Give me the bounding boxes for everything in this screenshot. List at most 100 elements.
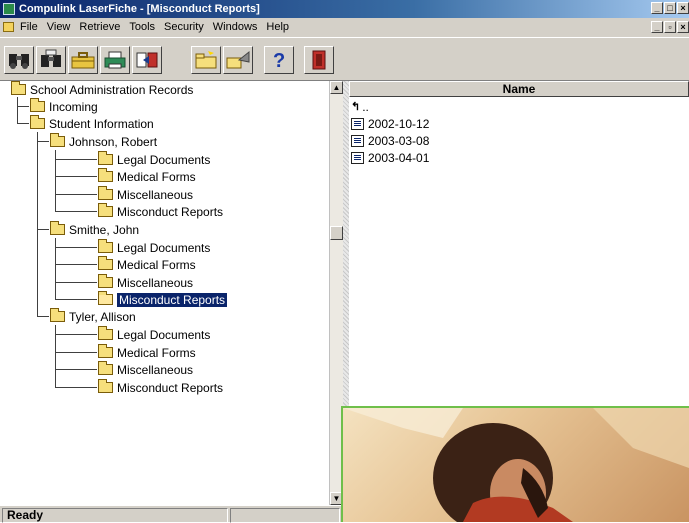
tree-node-label: Miscellaneous — [117, 362, 194, 377]
tree-connector — [55, 334, 97, 336]
person-photo — [343, 408, 689, 522]
tree-connector — [55, 176, 97, 178]
tree-connector — [55, 159, 97, 161]
document-list: Name ↰ .. 2002-10-12 2003-03-08 2003-04-… — [349, 81, 689, 411]
tree-connector — [17, 123, 29, 125]
toolbar: ? — [0, 37, 689, 81]
document-icon — [351, 117, 364, 130]
list-item[interactable]: 2002-10-12 — [351, 115, 429, 132]
window-title: Compulink LaserFiche - [Misconduct Repor… — [19, 3, 260, 15]
tree-node-folder[interactable]: Misconduct Reports — [98, 379, 223, 396]
tree-node-label: Misconduct Reports — [117, 204, 224, 219]
tree-node-label: Tyler, Allison — [69, 309, 136, 324]
folder-icon — [98, 151, 113, 165]
tree-node-label: Legal Documents — [117, 327, 211, 342]
tree-node-label: Medical Forms — [117, 345, 196, 360]
new-folder-icon — [195, 51, 217, 69]
tree-connector — [55, 247, 97, 249]
menu-windows[interactable]: Windows — [213, 18, 258, 37]
tree-node-label: Miscellaneous — [117, 187, 194, 202]
tree-node-incoming[interactable]: Incoming — [30, 98, 98, 115]
tree-connector — [55, 282, 97, 284]
column-header-name[interactable]: Name — [349, 81, 689, 97]
list-item-parent[interactable]: ↰ .. — [351, 98, 369, 115]
tree-node-label: School Administration Records — [30, 82, 194, 97]
tree-node-label: Incoming — [49, 99, 98, 114]
exit-button[interactable] — [304, 46, 334, 74]
folder-tree[interactable]: School Administration Records Incoming S… — [10, 81, 343, 505]
doc-restore-button[interactable]: ▫ — [664, 21, 676, 33]
document-icon[interactable] — [3, 22, 14, 32]
briefcase-button[interactable] — [68, 46, 98, 74]
menu-items: File View Retrieve Tools Security Window… — [20, 18, 289, 37]
maximize-button[interactable]: □ — [664, 2, 676, 14]
folder-icon — [98, 203, 113, 217]
menu-view[interactable]: View — [47, 18, 71, 37]
doc-minimize-button[interactable]: _ — [651, 21, 663, 33]
tree-node-student[interactable]: Smithe, John — [50, 221, 139, 238]
doc-close-button[interactable]: × — [677, 21, 689, 33]
tree-node-folder[interactable]: Medical Forms — [98, 168, 196, 185]
tree-node-student[interactable]: Johnson, Robert — [50, 133, 157, 150]
tree-node-student-information[interactable]: Student Information — [30, 115, 154, 132]
tree-node-student[interactable]: Tyler, Allison — [50, 308, 136, 325]
tree-connector — [37, 229, 49, 231]
document-icon — [351, 134, 364, 147]
export-button[interactable] — [132, 46, 162, 74]
import-icon — [226, 50, 250, 69]
folder-icon — [30, 115, 45, 129]
tree-connector — [55, 369, 97, 371]
title-bar: Compulink LaserFiche - [Misconduct Repor… — [0, 0, 689, 18]
menu-retrieve[interactable]: Retrieve — [79, 18, 120, 37]
tree-node-folder[interactable]: Miscellaneous — [98, 361, 193, 378]
tree-node-folder[interactable]: Misconduct Reports — [98, 203, 223, 220]
photo-overlay — [341, 406, 689, 522]
folder-icon — [98, 344, 113, 358]
tree-node-label: Smithe, John — [69, 222, 140, 237]
print-icon — [104, 51, 126, 69]
menu-file[interactable]: File — [20, 18, 38, 37]
svg-text:?: ? — [273, 50, 285, 71]
new-folder-button[interactable] — [191, 46, 221, 74]
search-button[interactable] — [36, 46, 66, 74]
tree-node-folder[interactable]: Medical Forms — [98, 256, 196, 273]
menu-help[interactable]: Help — [266, 18, 289, 37]
folder-icon — [50, 308, 65, 322]
tree-node-folder[interactable]: Medical Forms — [98, 344, 196, 361]
folder-icon — [98, 326, 113, 340]
close-button[interactable]: × — [677, 2, 689, 14]
minimize-button[interactable]: _ — [651, 2, 663, 14]
tree-connector — [55, 264, 97, 266]
tree-node-folder[interactable]: Legal Documents — [98, 239, 210, 256]
folder-icon — [98, 379, 113, 393]
tree-node-folder[interactable]: Legal Documents — [98, 326, 210, 343]
document-icon — [351, 151, 364, 164]
tree-connector — [37, 316, 49, 318]
folder-icon — [98, 256, 113, 270]
scroll-thumb[interactable] — [330, 226, 343, 240]
tree-node-label: Student Information — [49, 116, 154, 131]
tree-node-folder[interactable]: Legal Documents — [98, 151, 210, 168]
tree-node-folder-selected[interactable]: Misconduct Reports — [98, 291, 228, 308]
import-button[interactable] — [223, 46, 253, 74]
help-icon: ? — [273, 50, 285, 71]
tree-node-folder[interactable]: Miscellaneous — [98, 186, 193, 203]
list-item[interactable]: 2003-03-08 — [351, 132, 429, 149]
tree-connector — [55, 194, 97, 196]
tree-node-root[interactable]: School Administration Records — [11, 81, 193, 98]
folder-icon — [11, 81, 26, 95]
up-folder-icon: ↰ — [351, 101, 361, 113]
binoculars-button[interactable] — [4, 46, 34, 74]
scroll-up-arrow[interactable]: ▲ — [330, 81, 343, 94]
tree-connector — [17, 106, 29, 108]
tree-node-folder[interactable]: Miscellaneous — [98, 274, 193, 291]
print-button[interactable] — [100, 46, 130, 74]
tree-connector — [37, 141, 49, 143]
list-item[interactable]: 2003-04-01 — [351, 149, 429, 166]
menu-tools[interactable]: Tools — [129, 18, 155, 37]
menu-security[interactable]: Security — [164, 18, 204, 37]
help-button[interactable]: ? — [264, 46, 294, 74]
folder-icon — [30, 98, 45, 112]
folder-icon — [50, 133, 65, 147]
folder-icon — [98, 186, 113, 200]
